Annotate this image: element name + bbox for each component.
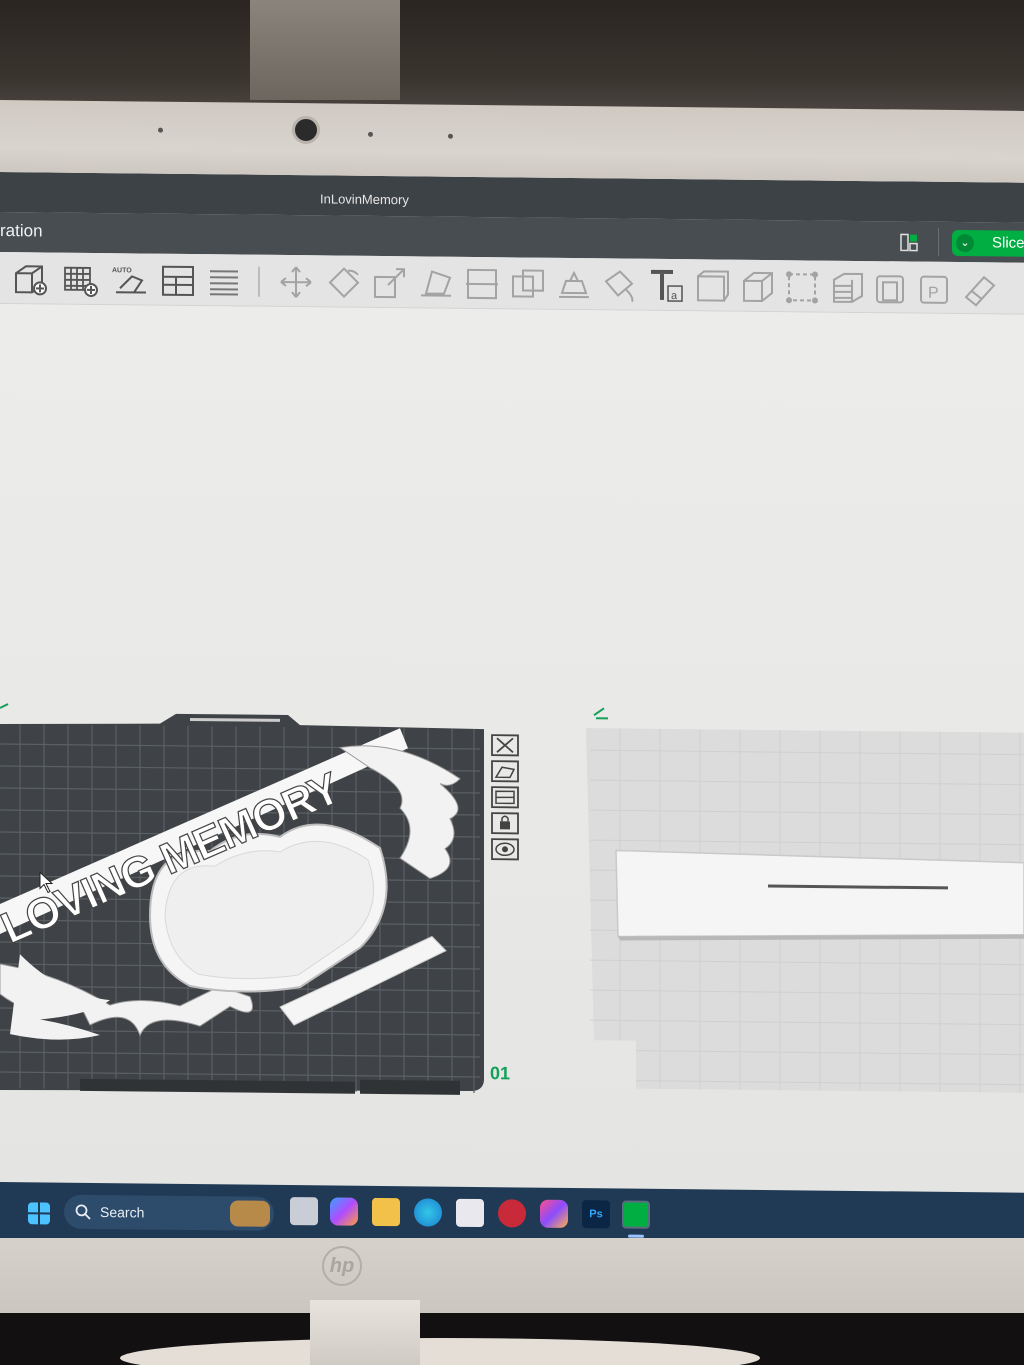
toolbar-divider [258,266,260,297]
3d-viewport[interactable]: LOVING MEMORY 01 [0,304,1024,1203]
monitor-stand [310,1300,420,1365]
copilot-icon[interactable] [330,1197,358,1226]
sensor-dot [368,131,373,137]
store-icon[interactable] [456,1198,484,1228]
seam-paint-icon[interactable] [602,267,638,303]
app-icon[interactable] [498,1199,526,1228]
background-room [0,0,1024,110]
edit-plate-name-icon[interactable] [593,707,608,720]
sensor-dot [448,133,453,139]
cut-icon[interactable] [464,266,500,302]
rotate-icon[interactable] [326,264,362,300]
screen: InLovinMemory ration ⌄ Slice AUTO a P LO… [0,172,1024,1203]
slice-label: Slice [992,234,1024,252]
lay-on-face-icon[interactable] [418,265,454,301]
slice-button[interactable]: ⌄ Slice [952,229,1024,257]
measure-icon[interactable] [784,269,820,305]
auto-orient-icon[interactable]: AUTO [112,262,148,298]
plate-number: 01 [490,1063,511,1084]
photoshop-icon[interactable]: Ps [582,1200,610,1229]
taskbar-search[interactable]: Search [64,1194,274,1231]
lock-icon[interactable] [491,812,519,835]
add-plate-icon[interactable] [62,262,98,298]
scale-icon[interactable] [372,265,408,301]
build-plate-2[interactable] [586,728,1024,1093]
search-label: Search [100,1204,145,1221]
arrange-icon[interactable] [160,263,196,299]
move-icon[interactable] [278,264,314,300]
sensor-dot [158,127,163,133]
arrange-icon[interactable] [491,786,519,809]
boolean-icon[interactable] [510,266,546,302]
tab-preparation[interactable]: ration [0,221,43,241]
edge-icon[interactable] [414,1198,442,1227]
variable-layer-icon[interactable] [830,270,866,306]
close-icon[interactable] [491,734,519,757]
layers-icon[interactable] [206,263,242,299]
add-object-icon[interactable] [12,261,48,297]
creative-cloud-icon[interactable] [540,1199,568,1228]
task-view-icon[interactable] [290,1197,318,1226]
start-icon[interactable] [28,1202,50,1225]
assembly-icon[interactable] [874,270,910,306]
settings-icon[interactable] [491,838,519,861]
svg-text:AUTO: AUTO [112,267,132,274]
plate-side-toolbar [490,733,520,863]
divider [938,227,939,256]
paint-icon[interactable]: P [918,271,954,307]
orient-icon[interactable] [491,760,519,783]
background-window-light [250,0,400,100]
brim-ears-icon[interactable] [962,271,998,307]
svg-text:a: a [671,290,678,302]
window-title: InLovinMemory [320,191,409,208]
mesh-icon[interactable] [694,268,730,304]
shell-icon[interactable] [740,269,776,305]
svg-text:P: P [928,285,939,302]
hp-logo: hp [322,1246,362,1286]
chevron-down-icon[interactable]: ⌄ [956,234,974,253]
webcam [292,116,320,144]
monitor-bottom-bezel [0,1238,1024,1313]
edit-plate-name-icon[interactable] [0,703,9,709]
bambu-studio-icon[interactable] [622,1200,650,1229]
layout-icon[interactable] [900,233,918,252]
search-icon [75,1204,91,1220]
file-explorer-icon[interactable] [372,1197,400,1227]
widgets-icon[interactable] [230,1200,270,1227]
text-icon[interactable]: a [648,268,684,304]
support-paint-icon[interactable] [556,267,592,303]
